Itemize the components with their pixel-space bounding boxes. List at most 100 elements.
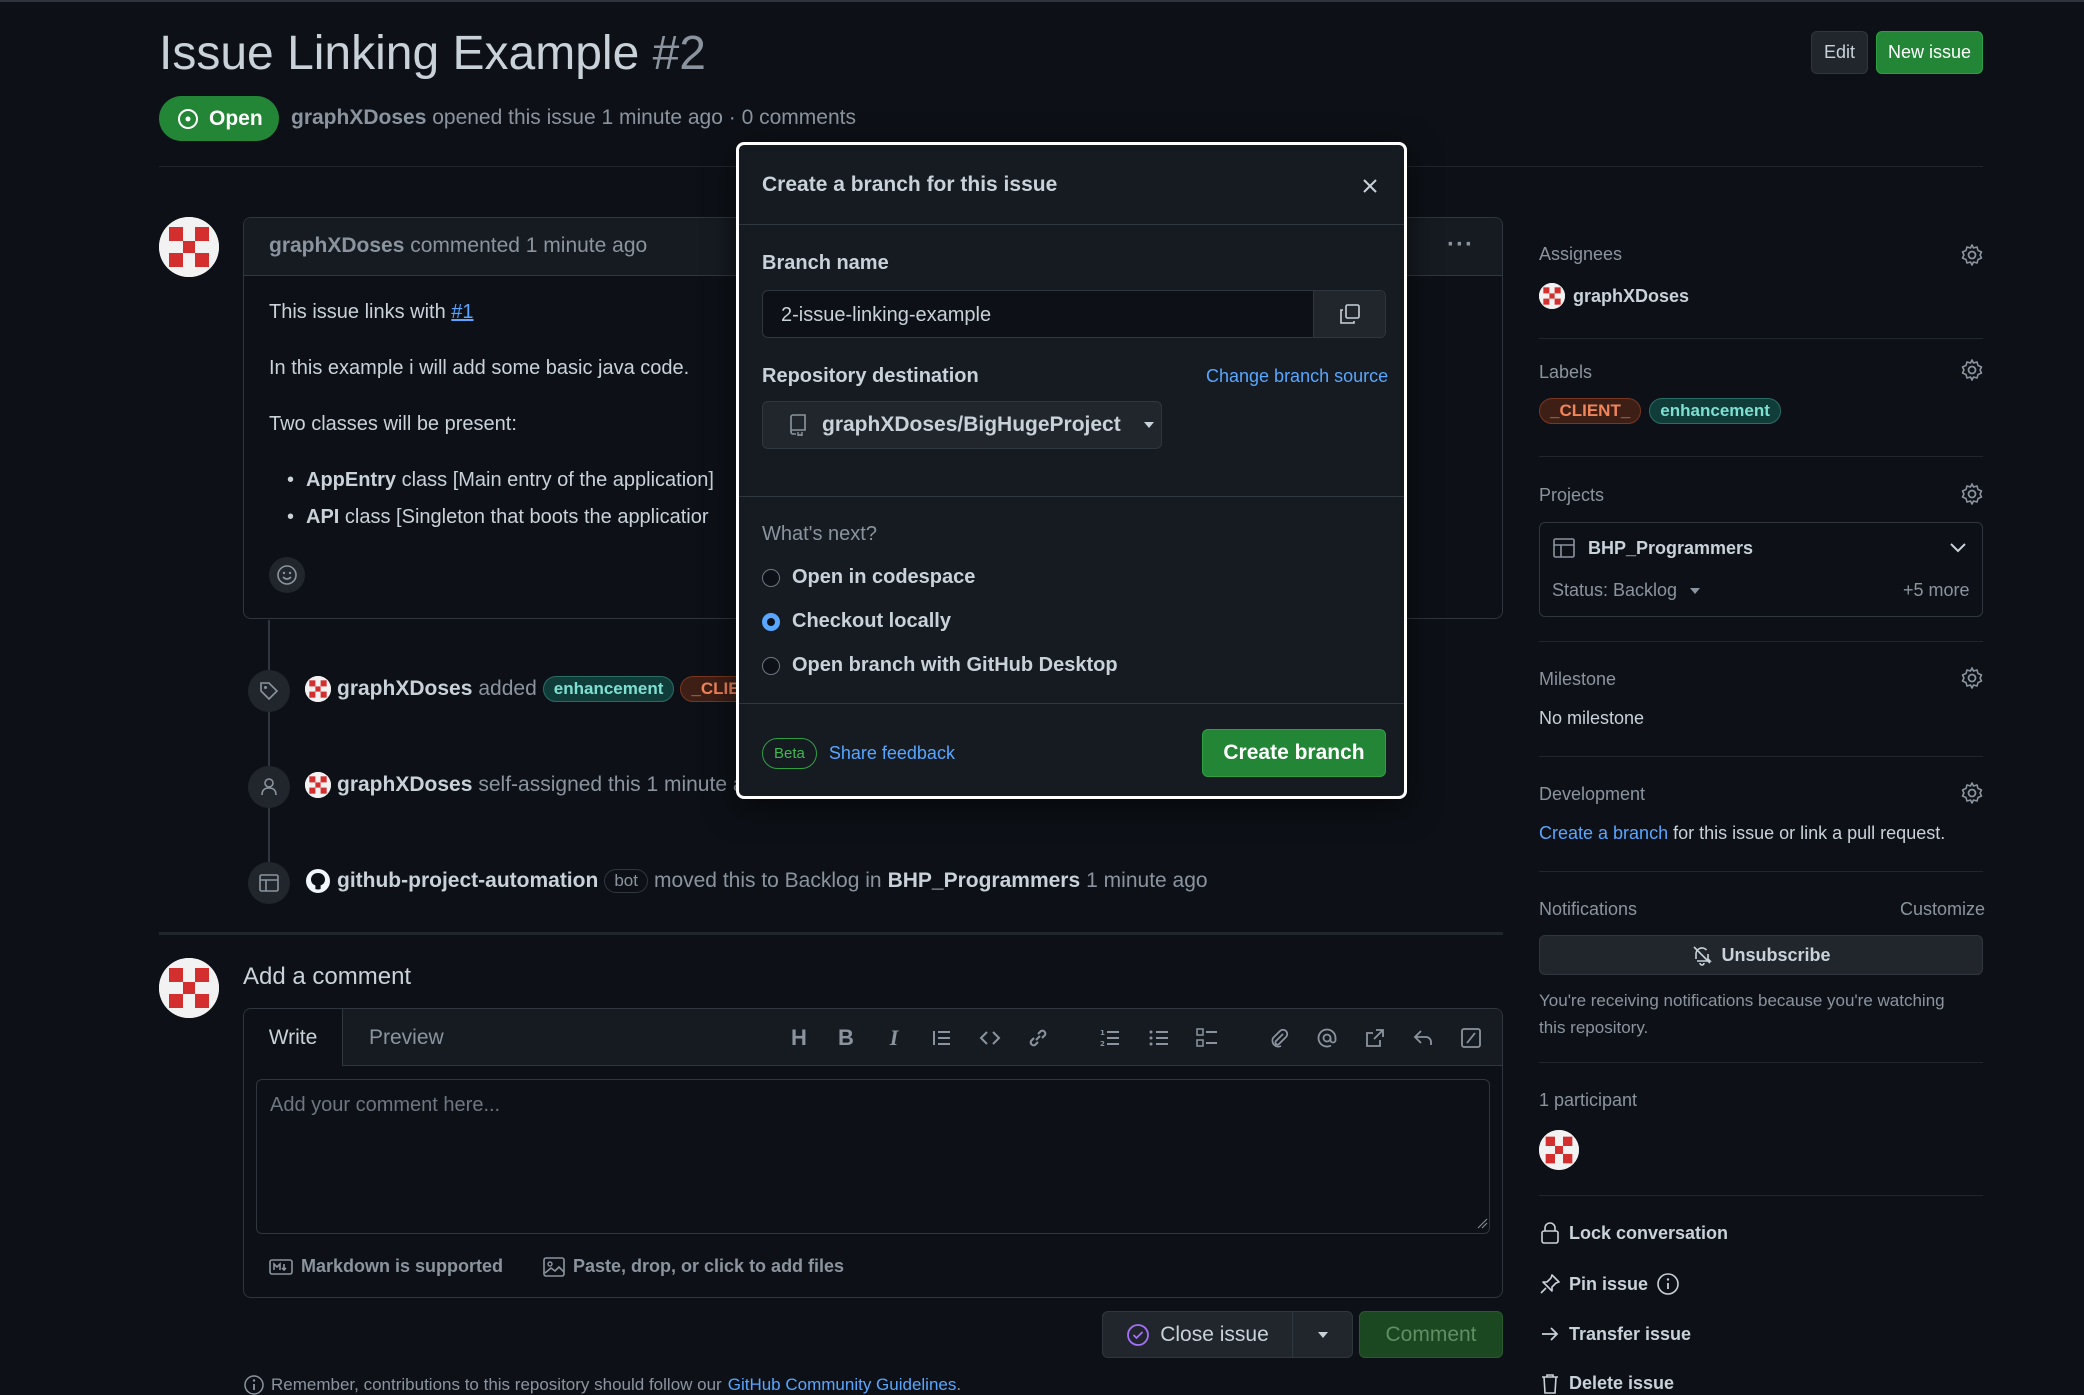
project-status[interactable]: Status: Backlog xyxy=(1552,580,1701,601)
project-link[interactable]: BHP_Programmers xyxy=(888,869,1081,893)
quote-icon[interactable] xyxy=(928,1024,956,1052)
issue-meta: graphXDoses opened this issue 1 minute a… xyxy=(291,106,856,130)
create-branch-link[interactable]: Create a branch xyxy=(1539,823,1668,843)
comment-button[interactable]: Comment xyxy=(1359,1311,1503,1358)
markdown-icon xyxy=(269,1258,293,1275)
issue-ref-link[interactable]: #1 xyxy=(451,301,473,323)
branch-name-input[interactable]: 2-issue-linking-example xyxy=(762,290,1386,338)
bullet2-rest: class [Singleton that boots the applicat… xyxy=(344,506,709,528)
link-icon[interactable] xyxy=(1024,1024,1052,1052)
remember-suffix: . xyxy=(956,1375,962,1394)
comment-author[interactable]: graphXDoses xyxy=(269,234,404,257)
chevron-down-icon[interactable] xyxy=(1950,543,1966,553)
file-upload-hint[interactable]: Paste, drop, or click to add files xyxy=(543,1256,844,1277)
issue-open-icon xyxy=(178,108,198,129)
markdown-hint[interactable]: Markdown is supported xyxy=(269,1256,503,1277)
project-name: BHP_Programmers xyxy=(1588,537,1754,558)
reply-icon[interactable] xyxy=(1409,1024,1437,1052)
delete-issue-button[interactable]: Delete issue xyxy=(1539,1372,1674,1394)
github-logo-icon[interactable] xyxy=(305,868,331,894)
attach-icon[interactable] xyxy=(1265,1024,1293,1052)
guidelines-link[interactable]: GitHub Community Guidelines xyxy=(728,1375,957,1395)
development-heading[interactable]: Development xyxy=(1539,784,1645,805)
radio-checkout-locally[interactable] xyxy=(762,612,780,631)
development-rest: for this issue or link a pull request. xyxy=(1673,823,1946,843)
event-author[interactable]: github-project-automation xyxy=(337,869,598,893)
info-icon xyxy=(244,1375,264,1395)
assignee-item[interactable]: graphXDoses xyxy=(1539,283,1689,309)
event-author[interactable]: graphXDoses xyxy=(337,677,472,701)
label-enhancement[interactable]: enhancement xyxy=(1649,398,1781,424)
unsubscribe-button[interactable]: Unsubscribe xyxy=(1539,935,1983,975)
close-options-dropdown[interactable] xyxy=(1294,1312,1352,1357)
heading-icon[interactable]: H xyxy=(785,1024,813,1052)
transfer-issue-button[interactable]: Transfer issue xyxy=(1539,1323,1691,1345)
tab-write[interactable]: Write xyxy=(244,1009,343,1066)
editor-tabs: Write Preview H B I 12 xyxy=(244,1009,1502,1066)
sidebar-divider xyxy=(1539,1195,1983,1196)
share-feedback-link[interactable]: Share feedback xyxy=(829,743,955,764)
option-codespace[interactable]: Open in codespace xyxy=(762,566,975,589)
milestone-heading[interactable]: Milestone xyxy=(1539,669,1616,690)
resize-handle-icon[interactable] xyxy=(1476,1217,1488,1229)
radio-codespace[interactable] xyxy=(762,568,780,587)
project-more[interactable]: +5 more xyxy=(1903,580,1970,601)
labels-heading[interactable]: Labels xyxy=(1539,362,1592,383)
ordered-list-icon[interactable]: 12 xyxy=(1096,1024,1124,1052)
label-enhancement[interactable]: enhancement xyxy=(542,676,675,702)
bold-icon[interactable]: B xyxy=(832,1024,860,1052)
kebab-menu-icon[interactable]: ··· xyxy=(1447,231,1474,259)
new-issue-button[interactable]: New issue xyxy=(1876,31,1983,74)
close-issue-button[interactable]: Close issue xyxy=(1103,1312,1293,1357)
repository-select[interactable]: graphXDoses/BigHugeProject xyxy=(762,401,1162,449)
sidebar-divider xyxy=(1539,641,1983,642)
dialog-divider xyxy=(739,703,1404,704)
whats-next-label: What's next? xyxy=(762,523,877,545)
gear-icon[interactable] xyxy=(1960,781,1984,805)
tab-preview[interactable]: Preview xyxy=(369,1026,444,1050)
option-github-desktop[interactable]: Open branch with GitHub Desktop xyxy=(762,654,1118,677)
code-icon[interactable] xyxy=(976,1024,1004,1052)
project-title-row[interactable]: BHP_Programmers xyxy=(1552,536,1753,560)
close-icon[interactable] xyxy=(1359,175,1381,197)
slash-command-icon[interactable] xyxy=(1457,1024,1485,1052)
change-branch-source-link[interactable]: Change branch source xyxy=(1206,366,1388,387)
smiley-icon[interactable] xyxy=(269,557,305,593)
comment-textarea[interactable]: Add your comment here... xyxy=(256,1079,1490,1234)
event-text: moved this to Backlog in xyxy=(653,869,882,892)
gear-icon[interactable] xyxy=(1960,243,1984,267)
copy-icon[interactable] xyxy=(1313,291,1385,337)
customize-link[interactable]: Customize xyxy=(1900,899,1985,920)
gear-icon[interactable] xyxy=(1960,482,1984,506)
option-checkout-locally[interactable]: Checkout locally xyxy=(762,610,951,633)
projects-heading[interactable]: Projects xyxy=(1539,485,1604,506)
task-list-icon[interactable] xyxy=(1193,1024,1221,1052)
caret-down-icon xyxy=(1318,1331,1328,1338)
unordered-list-icon[interactable] xyxy=(1145,1024,1173,1052)
label-client[interactable]: _CLIENT_ xyxy=(1539,398,1642,424)
gear-icon[interactable] xyxy=(1960,666,1984,690)
avatar[interactable] xyxy=(159,958,219,1018)
pin-issue-button[interactable]: Pin issue xyxy=(1539,1272,1680,1296)
gear-icon[interactable] xyxy=(1960,358,1984,382)
edit-button[interactable]: Edit xyxy=(1811,31,1868,74)
italic-icon[interactable]: I xyxy=(880,1024,908,1052)
issue-author-link[interactable]: graphXDoses xyxy=(291,106,426,129)
info-icon[interactable] xyxy=(1656,1272,1680,1296)
avatar[interactable] xyxy=(305,676,331,702)
avatar[interactable] xyxy=(159,217,219,277)
branch-name-label: Branch name xyxy=(762,252,889,274)
avatar[interactable] xyxy=(1539,1130,1579,1170)
comment-line-3: Two classes will be present: xyxy=(269,413,517,435)
project-card: BHP_Programmers Status: Backlog +5 more xyxy=(1539,522,1983,617)
mention-icon[interactable] xyxy=(1313,1024,1341,1052)
create-branch-button[interactable]: Create branch xyxy=(1202,729,1386,777)
event-time: 1 minute ago xyxy=(1086,869,1208,892)
assignees-heading[interactable]: Assignees xyxy=(1539,244,1622,265)
event-author[interactable]: graphXDoses xyxy=(337,773,472,797)
cross-reference-icon[interactable] xyxy=(1361,1024,1389,1052)
lock-conversation-button[interactable]: Lock conversation xyxy=(1539,1221,1728,1245)
radio-github-desktop[interactable] xyxy=(762,656,780,675)
avatar[interactable] xyxy=(305,772,331,798)
check-circle-icon xyxy=(1127,1323,1150,1346)
